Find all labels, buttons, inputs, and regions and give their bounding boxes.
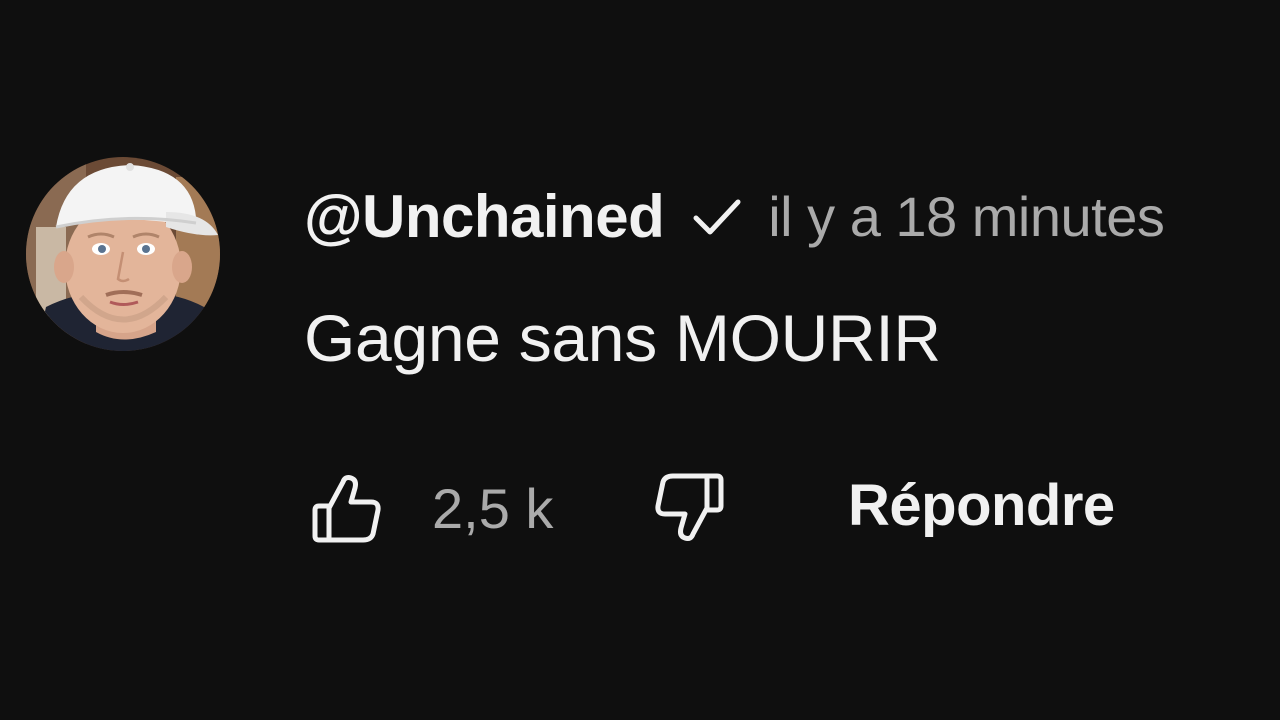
like-button[interactable]: [300, 462, 390, 554]
dislike-button[interactable]: [646, 462, 736, 554]
reply-button[interactable]: Répondre: [848, 472, 1115, 539]
comment-text: Gagne sans MOURIR: [304, 301, 941, 375]
comment-header: @Unchained il y a 18 minutes: [304, 176, 1165, 256]
check-icon: [688, 188, 744, 244]
author-username[interactable]: @Unchained: [304, 182, 665, 251]
comment-thread-item: @Unchained il y a 18 minutes Gagne sans …: [0, 0, 1280, 720]
thumbs-up-icon: [312, 475, 381, 543]
avatar[interactable]: [26, 157, 220, 351]
thumbs-down-icon: [655, 473, 724, 541]
comment-actions: 2,5 k Répondre: [300, 462, 1200, 554]
comment-timestamp[interactable]: il y a 18 minutes: [768, 184, 1165, 249]
like-count: 2,5 k: [432, 477, 554, 540]
avatar-photo: [26, 157, 220, 351]
